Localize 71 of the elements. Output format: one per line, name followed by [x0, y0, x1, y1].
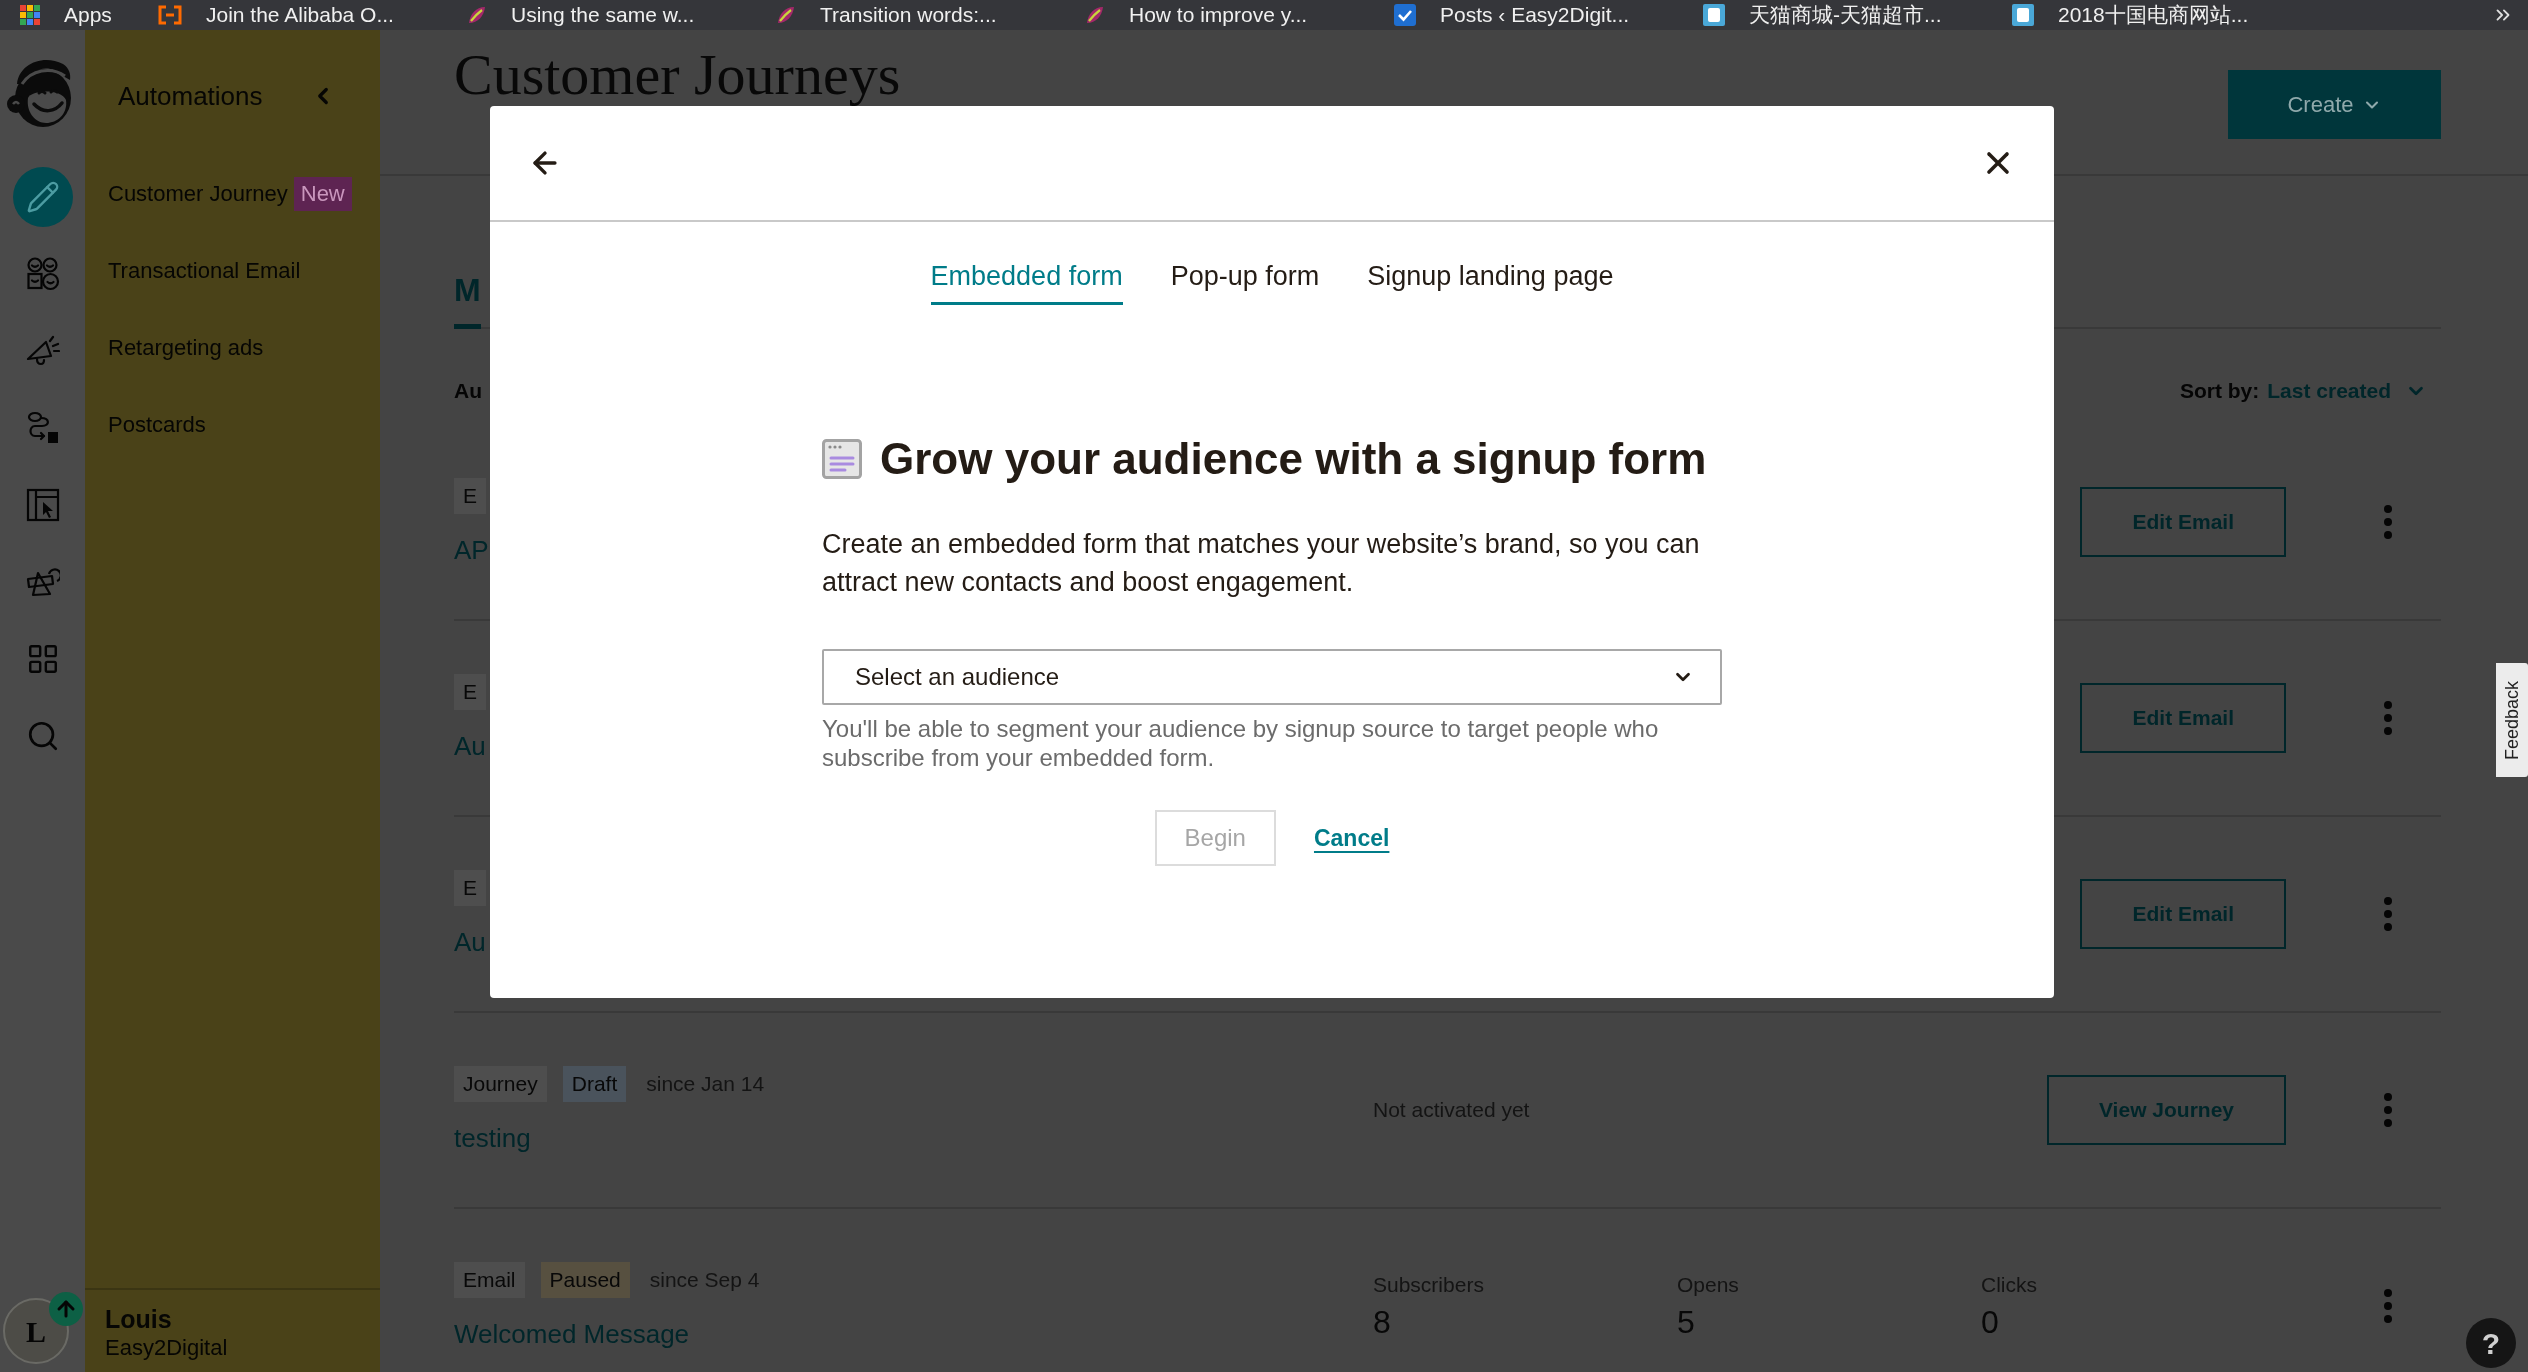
sidebar-link[interactable]: Customer Journey: [108, 179, 288, 208]
stat-value: 8: [1373, 1304, 1392, 1340]
help-button[interactable]: ?: [2466, 1318, 2516, 1368]
leaf-icon: [1085, 5, 1105, 25]
campaign-name-link[interactable]: Au: [454, 926, 486, 958]
smiling-faces-icon: [25, 256, 60, 291]
status-tag: E: [454, 870, 486, 906]
user-avatar[interactable]: L: [3, 1298, 69, 1364]
bookmark-link[interactable]: Join the Alibaba O...: [158, 2, 394, 28]
tile-icon: [1703, 4, 1725, 26]
sort-dropdown[interactable]: Last created: [2267, 375, 2427, 407]
bookmark-link[interactable]: Using the same w...: [467, 2, 695, 28]
bookmark-link[interactable]: 2018十国电商网站...: [2012, 2, 2249, 28]
page-title: Customer Journeys: [454, 44, 901, 106]
status-tag: E: [454, 478, 486, 514]
stat-value: 5: [1677, 1304, 1696, 1340]
leaf-icon: [776, 5, 796, 25]
leaf-icon: [467, 5, 487, 25]
create-button[interactable]: Create: [2228, 70, 2441, 139]
bookmark-link[interactable]: Posts ‹ Easy2Digit...: [1394, 2, 1630, 28]
status-tag: Paused: [540, 1262, 630, 1298]
sort-label: Sort by:: [2179, 378, 2260, 405]
filter-label: Au: [454, 378, 482, 405]
sidebar-link[interactable]: Transactional Email: [108, 256, 301, 285]
bookmark-link[interactable]: How to improve y...: [1085, 2, 1308, 28]
form-type-tab[interactable]: Embedded form: [930, 260, 1123, 305]
status-tag: Draft: [562, 1066, 627, 1102]
row-action-button[interactable]: View Journey: [2047, 1075, 2286, 1145]
new-badge: New: [293, 176, 352, 211]
campaign-name-link[interactable]: Welcomed Message: [454, 1318, 690, 1350]
kebab-menu-icon[interactable]: [2383, 1092, 2393, 1128]
row-action-button[interactable]: Edit Email: [2080, 879, 2286, 949]
sidebar-link[interactable]: Postcards: [108, 410, 206, 439]
flow-path-icon: [25, 410, 60, 445]
kebab-menu-icon[interactable]: [2383, 896, 2393, 932]
bookmark-link[interactable]: Transition words:...: [776, 2, 997, 28]
audience-select[interactable]: Select an audience: [822, 649, 1722, 705]
campaign-name-link[interactable]: Au: [454, 730, 486, 762]
campaign-name-link[interactable]: testing: [454, 1122, 531, 1154]
modal-heading: Grow your audience with a signup form: [880, 433, 1707, 485]
form-type-tab[interactable]: Pop-up form: [1170, 260, 1320, 305]
row-action-button[interactable]: Edit Email: [2080, 683, 2286, 753]
stat-value: 0: [1981, 1304, 2000, 1340]
status-tag: Journey: [454, 1066, 547, 1102]
campaign-name-link[interactable]: AP: [454, 534, 489, 566]
select-hint: You'll be able to segment your audience by signup source to target people who subscribe from your embedded form.: [822, 714, 1660, 772]
layout-cursor-icon: [25, 487, 60, 522]
user-name: Louis: [105, 1304, 173, 1334]
check-tile-icon: [1394, 4, 1416, 26]
kebab-menu-icon[interactable]: [2383, 700, 2393, 736]
status-tag: E: [454, 674, 486, 710]
form-icon: [822, 439, 862, 479]
megaphone-icon: [25, 333, 60, 368]
bracket-icon: [158, 5, 182, 25]
modal-description: Create an embedded form that matches your website’s brand, so you can attract new contacts and boost engagement.: [822, 528, 1701, 599]
row-action-button[interactable]: Edit Email: [2080, 487, 2286, 557]
apps-grid-icon: [20, 5, 40, 25]
kebab-menu-icon[interactable]: [2383, 1288, 2393, 1324]
bookmark-link[interactable]: Apps: [20, 2, 112, 28]
account-name: Easy2Digital: [105, 1334, 229, 1362]
feedback-tab[interactable]: Feedback: [2496, 663, 2528, 777]
page-tab[interactable]: M: [454, 272, 481, 329]
form-type-tab[interactable]: Signup landing page: [1367, 260, 1614, 305]
bookmark-link[interactable]: 天猫商城-天猫超市...: [1703, 2, 1942, 28]
pencil-icon: [25, 179, 60, 214]
sidebar-link[interactable]: Retargeting ads: [108, 333, 264, 362]
status-tag: Email: [454, 1262, 525, 1298]
tile-icon: [2012, 4, 2034, 26]
cancel-link[interactable]: Cancel: [1313, 820, 1390, 856]
sidebar-title: Automations: [118, 80, 263, 112]
kebab-menu-icon[interactable]: [2383, 504, 2393, 540]
